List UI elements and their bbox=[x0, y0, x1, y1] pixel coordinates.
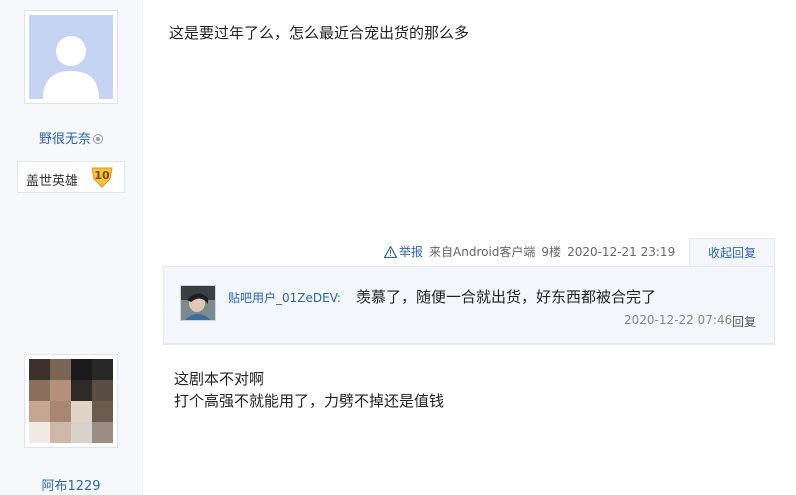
post-content-2-line2: 打个高强不就能用了，力劈不掉还是值钱 bbox=[174, 392, 445, 410]
reply-time: 2020-12-22 07:46 bbox=[624, 313, 733, 327]
report-link[interactable]: 举报 bbox=[384, 245, 423, 259]
badge-title: 盖世英雄 bbox=[26, 174, 79, 189]
default-avatar-icon bbox=[29, 15, 113, 99]
author-name-2[interactable]: 阿布1229 bbox=[0, 475, 142, 494]
post-tail: 举报 来自Android客户端 9楼 2020-12-21 23:19 bbox=[384, 241, 681, 263]
post-floor: 9楼 bbox=[541, 245, 562, 259]
pixelated-avatar-icon bbox=[29, 359, 113, 443]
reply-list: 贴吧用户_01ZeDEV: 羡慕了，随便一合就出货，好东西都被合完了 2020-… bbox=[163, 266, 775, 344]
author-avatar[interactable] bbox=[24, 10, 118, 104]
warning-icon bbox=[384, 246, 397, 258]
author-name[interactable]: 野很无奈 bbox=[39, 132, 91, 147]
reply-button[interactable]: 回复 bbox=[732, 313, 756, 330]
post-content-2-line1: 这剧本不对啊 bbox=[174, 370, 265, 388]
reply-avatar[interactable] bbox=[180, 285, 216, 321]
post-time: 2020-12-21 23:19 bbox=[567, 245, 676, 259]
post-content: 这是要过年了么，怎么最近合宠出货的那么多 bbox=[169, 24, 470, 42]
badge-level-number: 10 bbox=[94, 169, 110, 182]
reply-content: 羡慕了，随便一合就出货，好东西都被合完了 bbox=[356, 288, 657, 306]
gender-icon bbox=[93, 134, 103, 144]
post-content-2: 这剧本不对啊 打个高强不就能用了，力劈不掉还是值钱 bbox=[174, 368, 444, 412]
author-avatar-2[interactable] bbox=[24, 354, 118, 448]
post-source: 来自Android客户端 bbox=[429, 245, 536, 259]
collapse-reply-button[interactable]: 收起回复 bbox=[689, 238, 775, 266]
reply-username[interactable]: 贴吧用户_01ZeDEV: bbox=[228, 289, 341, 306]
post-divider bbox=[163, 344, 775, 345]
level-badge[interactable]: 盖世英雄 10 bbox=[17, 161, 125, 193]
author-name-link[interactable]: 野很无奈 bbox=[0, 128, 142, 147]
level-shield-icon: 10 bbox=[90, 166, 114, 188]
